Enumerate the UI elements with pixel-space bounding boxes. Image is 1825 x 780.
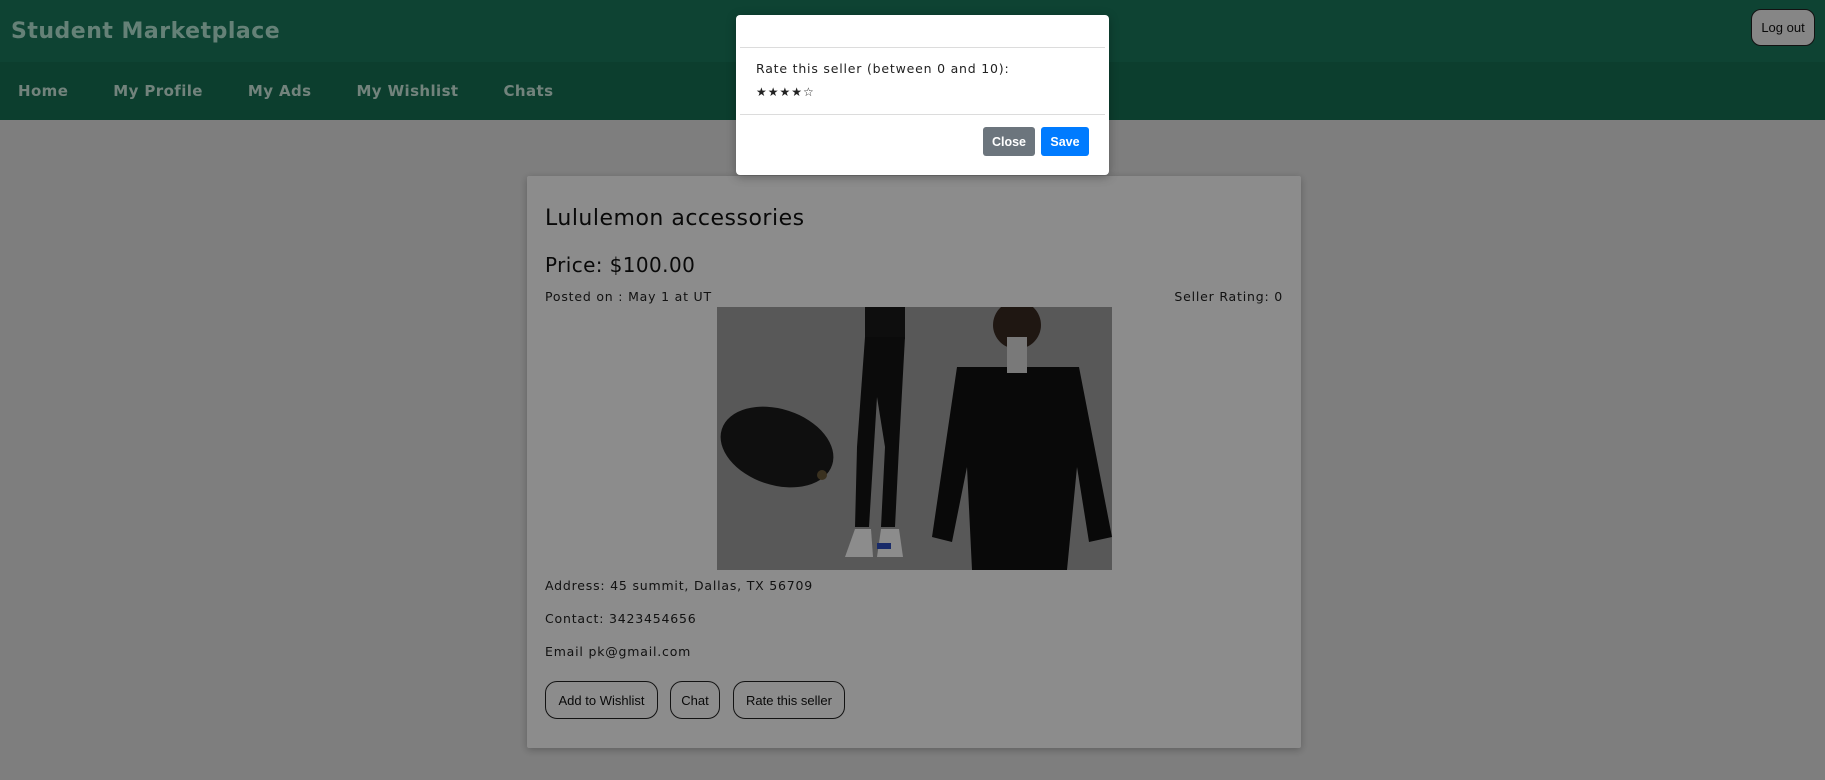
close-button[interactable]: Close [983, 127, 1035, 156]
rating-prompt: Rate this seller (between 0 and 10): [756, 61, 1010, 76]
rating-stars-input[interactable]: ★★★★☆ [756, 85, 815, 99]
rate-seller-modal: Rate this seller (between 0 and 10): ★★★… [736, 15, 1109, 175]
modal-header-divider [740, 47, 1105, 48]
save-button[interactable]: Save [1041, 127, 1089, 156]
modal-footer-divider [740, 114, 1105, 115]
